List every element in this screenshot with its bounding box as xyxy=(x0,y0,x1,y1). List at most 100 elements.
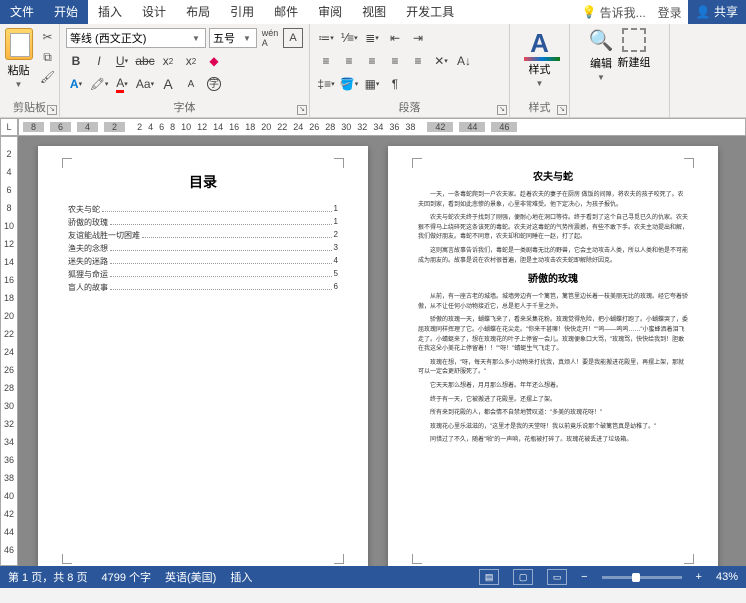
grow-font-button[interactable]: A xyxy=(158,74,178,94)
group-styles: A 样式 ▼ 样式 ↘ xyxy=(510,24,570,117)
outdent-icon: ⇤ xyxy=(390,31,400,45)
tab-layout[interactable]: 布局 xyxy=(176,0,220,24)
copy-button[interactable]: ⧉ xyxy=(39,48,57,66)
decrease-indent-button[interactable]: ⇤ xyxy=(385,28,405,48)
tab-developer[interactable]: 开发工具 xyxy=(396,0,464,24)
page-1[interactable]: 目录 农夫与蛇1骄傲的玫瑰1友谊能战胜一切困难2渔夫的念想3迷失的迷路4狐狸与命… xyxy=(38,146,368,566)
zoom-out-button[interactable]: − xyxy=(581,571,587,583)
format-painter-button[interactable]: 🖌 xyxy=(39,68,57,86)
enclosed-char-button[interactable]: 字 xyxy=(204,74,224,94)
tab-design[interactable]: 设计 xyxy=(132,0,176,24)
asian-icon: ✕ xyxy=(434,54,444,68)
align-center-button[interactable]: ≡ xyxy=(339,51,359,71)
paragraph: 一天，一条毒蛇爬到一户农夫家。趁着农夫的妻子在厨房 做饭的间隙，将农夫的孩子咬死… xyxy=(418,191,688,210)
paragraph: 从前，有一座古老的城墙。城墙旁边有一个篱笆，篱笆里边长着一枝美丽无比的玫瑰。经它… xyxy=(418,293,688,312)
pilcrow-icon: ¶ xyxy=(392,77,398,91)
tab-insert[interactable]: 插入 xyxy=(88,0,132,24)
paragraph: 这则寓言故事告诉我们，毒蛇是一类剧毒无比的野兽，它会主动攻击人类，所以人类和他是… xyxy=(418,247,688,266)
zoom-slider[interactable] xyxy=(602,576,682,579)
new-group-button[interactable]: 新建组 xyxy=(617,28,650,82)
paste-button[interactable]: 粘贴 ▼ xyxy=(3,26,35,91)
underline-button[interactable]: U▾ xyxy=(112,51,132,71)
font-color-button[interactable]: A▾ xyxy=(112,74,132,94)
vertical-ruler[interactable]: 2468101214161820222426283032343638404244… xyxy=(0,136,18,566)
tell-me[interactable]: 💡告诉我... xyxy=(576,4,652,21)
multilevel-button[interactable]: ≣▾ xyxy=(362,28,382,48)
shading-button[interactable]: 🪣▾ xyxy=(339,74,359,94)
bullets-button[interactable]: ≔▾ xyxy=(316,28,336,48)
page-2[interactable]: 农夫与蛇 一天，一条毒蛇爬到一户农夫家。趁着农夫的妻子在厨房 做饭的间隙，将农夫… xyxy=(388,146,718,566)
print-layout-button[interactable]: ▢ xyxy=(513,569,533,585)
paragraph: 所有来到花殿的人，都会情不自禁地赞叹道："多美的玫瑰花呀！" xyxy=(418,409,688,419)
dialog-launcher[interactable]: ↘ xyxy=(297,105,307,115)
group-clipboard: 粘贴 ▼ ✂ ⧉ 🖌 剪贴板 ↘ xyxy=(0,24,60,117)
strikethrough-button[interactable]: abc xyxy=(135,51,155,71)
toc-item[interactable]: 迷失的迷路4 xyxy=(68,256,338,267)
toc-item[interactable]: 友谊能战胜一切困难2 xyxy=(68,230,338,241)
insert-mode[interactable]: 插入 xyxy=(230,569,252,585)
tab-references[interactable]: 引用 xyxy=(220,0,264,24)
toc-item[interactable]: 盲人的故事6 xyxy=(68,282,338,293)
share-button[interactable]: 👤 共享 xyxy=(688,0,746,24)
align-left-icon: ≡ xyxy=(322,54,329,68)
tab-file[interactable]: 文件 xyxy=(0,0,44,24)
asian-layout-button[interactable]: ✕▾ xyxy=(431,51,451,71)
menu-bar: 文件 开始 插入 设计 布局 引用 邮件 审阅 视图 开发工具 💡告诉我... … xyxy=(0,0,746,24)
highlight-button[interactable]: 🖍▾ xyxy=(89,74,109,94)
toc-item[interactable]: 骄傲的玫瑰1 xyxy=(68,217,338,228)
toc-item[interactable]: 狐狸与命运5 xyxy=(68,269,338,280)
sort-button[interactable]: A↓ xyxy=(454,51,474,71)
read-mode-button[interactable]: ▤ xyxy=(479,569,499,585)
show-marks-button[interactable]: ¶ xyxy=(385,74,405,94)
word-count[interactable]: 4799 个字 xyxy=(101,569,151,585)
dialog-launcher[interactable]: ↘ xyxy=(497,105,507,115)
line-spacing-button[interactable]: ‡≡▾ xyxy=(316,74,336,94)
zoom-level[interactable]: 43% xyxy=(716,571,738,583)
clear-format-button[interactable]: ◆ xyxy=(204,51,224,71)
find-icon: 🔍 xyxy=(589,28,614,53)
justify-button[interactable]: ≡ xyxy=(385,51,405,71)
align-left-button[interactable]: ≡ xyxy=(316,51,336,71)
tab-review[interactable]: 审阅 xyxy=(308,0,352,24)
numbering-button[interactable]: ⅟≡▾ xyxy=(339,28,359,48)
character-border-button[interactable]: A xyxy=(283,28,303,48)
increase-indent-button[interactable]: ⇥ xyxy=(408,28,428,48)
dialog-launcher[interactable]: ↘ xyxy=(47,105,57,115)
font-size-combo[interactable]: 五号▼ xyxy=(209,28,257,48)
toc-item[interactable]: 农夫与蛇1 xyxy=(68,204,338,215)
paint-bucket-icon: 🪣 xyxy=(340,77,355,91)
subscript-button[interactable]: x2 xyxy=(158,51,178,71)
bullets-icon: ≔ xyxy=(318,31,330,45)
bold-button[interactable]: B xyxy=(66,51,86,71)
ribbon: 粘贴 ▼ ✂ ⧉ 🖌 剪贴板 ↘ 等线 (西文正文)▼ 五号▼ wénA A B… xyxy=(0,24,746,118)
horizontal-ruler[interactable]: 8642246810121416182022242628303234363842… xyxy=(18,118,746,136)
page-indicator[interactable]: 第 1 页，共 8 页 xyxy=(8,569,87,585)
borders-button[interactable]: ▦▾ xyxy=(362,74,382,94)
phonetic-guide-button[interactable]: wénA xyxy=(260,28,280,48)
zoom-in-button[interactable]: + xyxy=(696,571,702,583)
cut-button[interactable]: ✂ xyxy=(39,28,57,46)
dialog-launcher[interactable]: ↘ xyxy=(557,105,567,115)
shrink-font-button[interactable]: A xyxy=(181,74,201,94)
distribute-button[interactable]: ≡ xyxy=(408,51,428,71)
story-title-1: 农夫与蛇 xyxy=(418,168,688,183)
italic-button[interactable]: I xyxy=(89,51,109,71)
font-name-combo[interactable]: 等线 (西文正文)▼ xyxy=(66,28,206,48)
editing-button[interactable]: 🔍 编辑 ▼ xyxy=(589,28,614,82)
tab-mailings[interactable]: 邮件 xyxy=(264,0,308,24)
tab-selector[interactable]: L xyxy=(0,118,18,136)
web-layout-button[interactable]: ▭ xyxy=(547,569,567,585)
change-case-button[interactable]: Aa▾ xyxy=(135,74,155,94)
toc-item[interactable]: 渔夫的念想3 xyxy=(68,243,338,254)
text-effects-button[interactable]: A▾ xyxy=(66,74,86,94)
login[interactable]: 登录 xyxy=(652,4,688,21)
tab-view[interactable]: 视图 xyxy=(352,0,396,24)
group-paragraph: ≔▾ ⅟≡▾ ≣▾ ⇤ ⇥ ≡ ≡ ≡ ≡ ≡ ✕▾ A↓ ‡≡▾ 🪣▾ ▦▾ … xyxy=(310,24,510,117)
indent-icon: ⇥ xyxy=(413,31,423,45)
group-label: 剪贴板 xyxy=(13,97,46,117)
align-right-button[interactable]: ≡ xyxy=(362,51,382,71)
language-indicator[interactable]: 英语(美国) xyxy=(165,569,216,585)
tab-home[interactable]: 开始 xyxy=(44,0,88,24)
styles-button[interactable]: A xyxy=(530,28,549,59)
superscript-button[interactable]: x2 xyxy=(181,51,201,71)
